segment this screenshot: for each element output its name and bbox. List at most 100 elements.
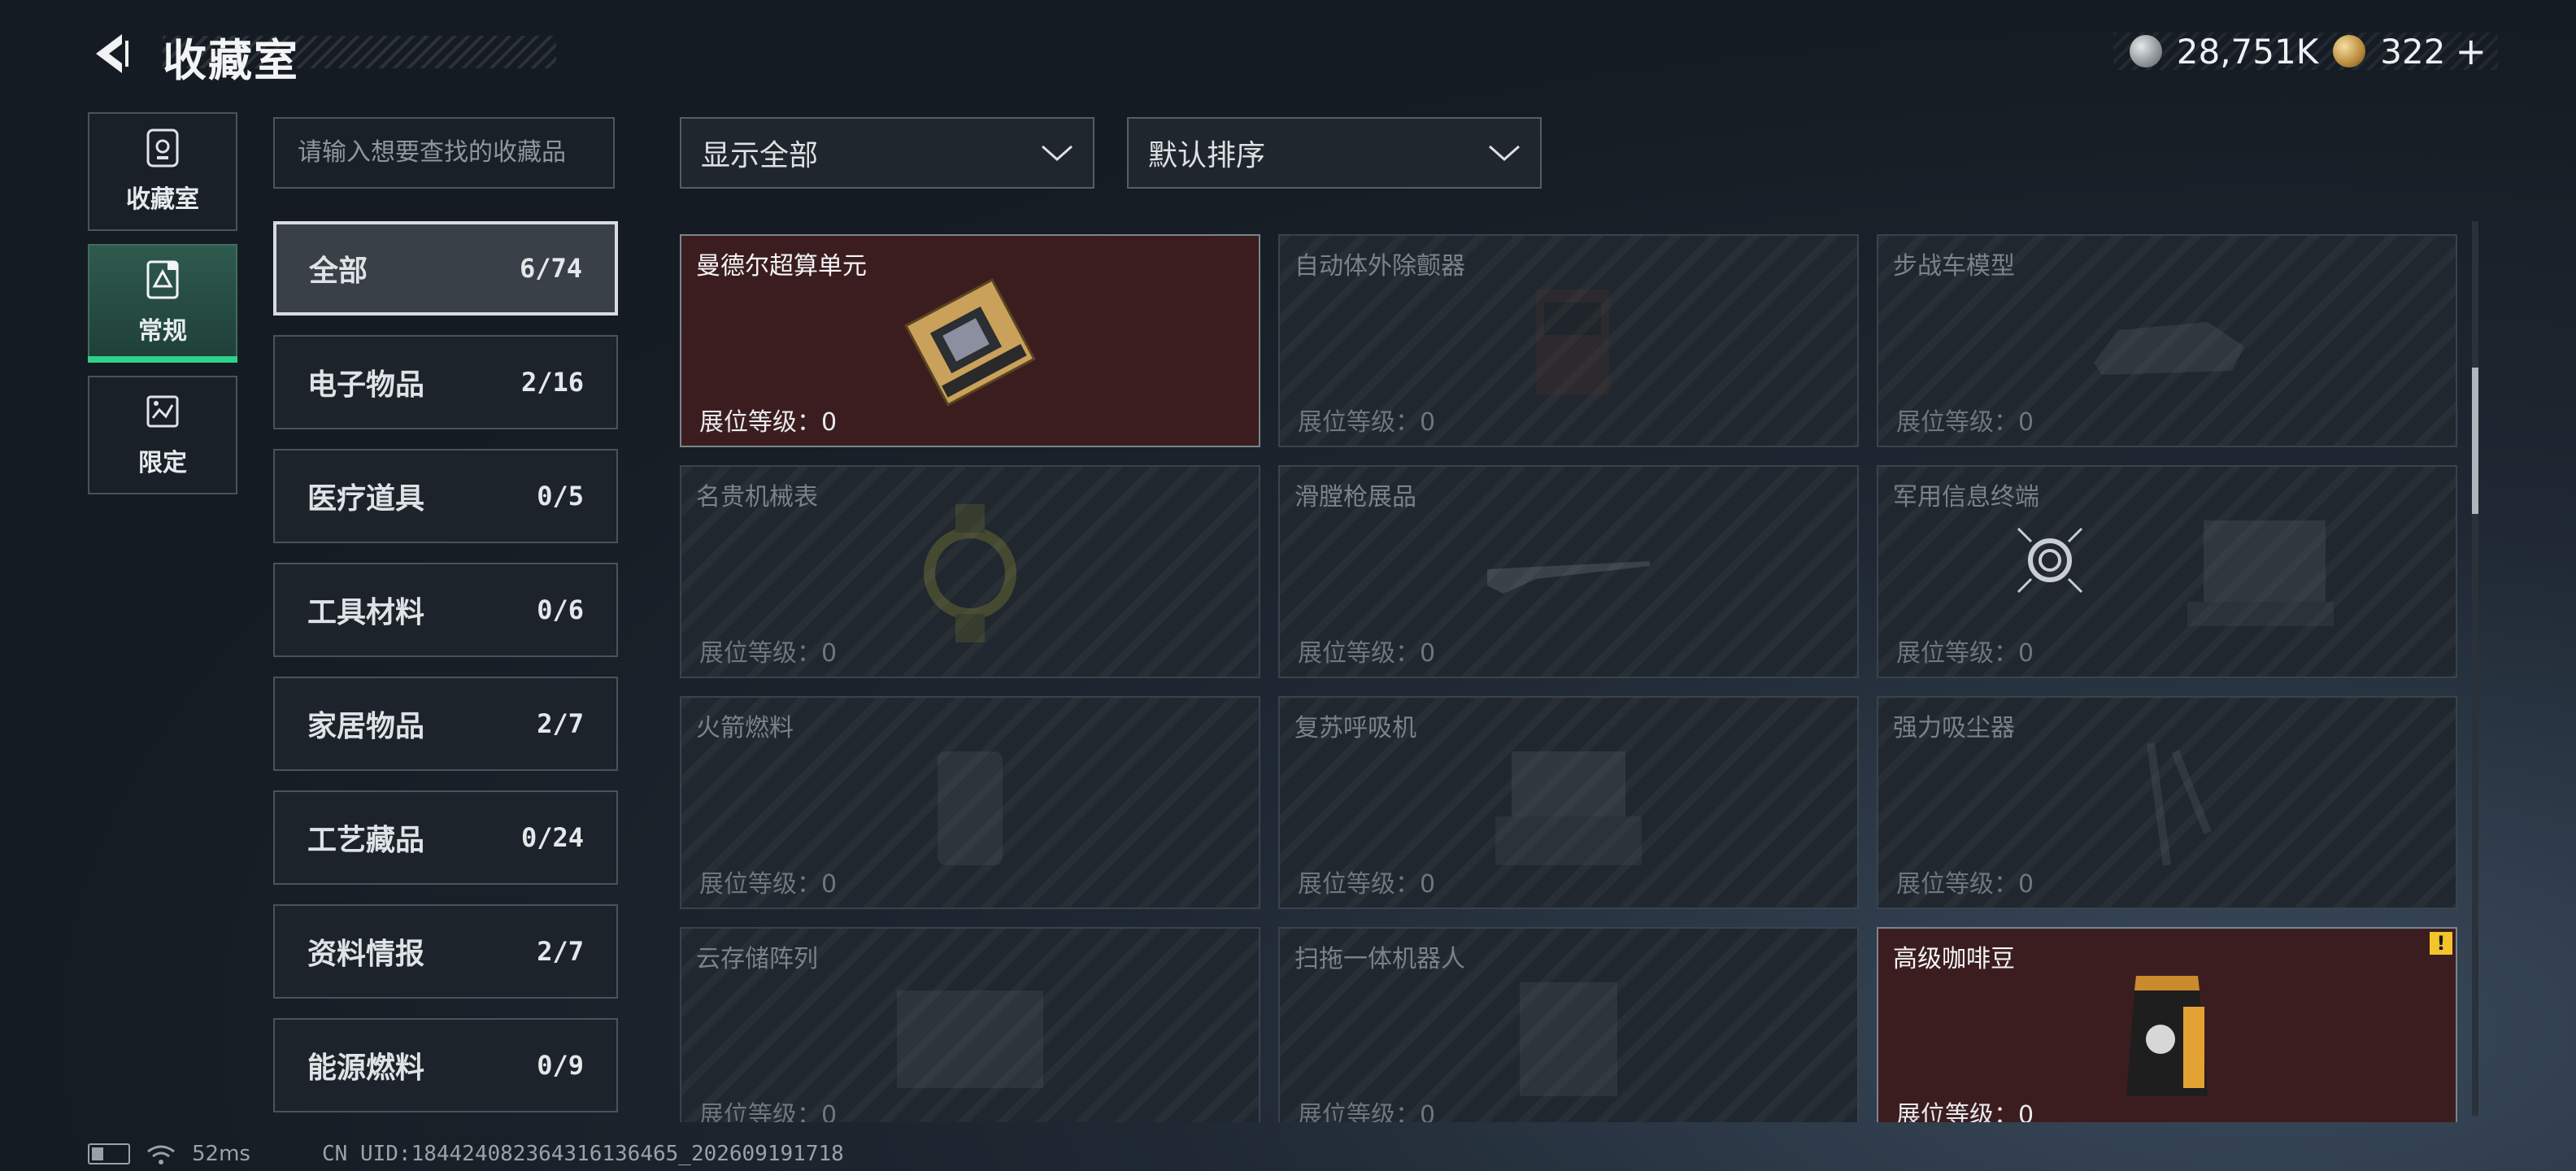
card-name: 自动体外除颤器 <box>1295 252 1465 281</box>
card-name: 强力吸尘器 <box>1893 714 2015 742</box>
category-name: 工具材料 <box>307 596 425 629</box>
card-name: 复苏呼吸机 <box>1295 714 1416 742</box>
collection-card-rocket-fuel[interactable]: 火箭燃料 展位等级：0 <box>680 696 1260 909</box>
wifi-icon <box>147 1145 175 1164</box>
card-level: 展位等级：0 <box>1298 870 1436 899</box>
category-name: 能源燃料 <box>307 1051 425 1085</box>
category-count: 2/7 <box>537 708 584 739</box>
collection-grid: 曼德尔超算单元 展位等级：0 自动体外除颤器 展位等级：0 步战车模型 展位等级… <box>680 234 2461 1122</box>
card-level: 展位等级：0 <box>699 1101 838 1122</box>
regular-icon <box>146 260 179 299</box>
collection-card-premium-coffee[interactable]: 高级咖啡豆 ! 展位等级：0 <box>1877 927 2457 1122</box>
nav-collection-room[interactable]: 收藏室 <box>88 112 237 231</box>
category-count: 2/16 <box>520 367 584 398</box>
collection-card-luxury-watch[interactable]: 名贵机械表 展位等级：0 <box>680 465 1260 678</box>
category-energy[interactable]: 能源燃料 0/9 <box>273 1018 618 1112</box>
nav-regular-label: 常规 <box>138 317 187 346</box>
locate-target-icon[interactable] <box>2013 524 2086 597</box>
left-nav: 收藏室 常规 限定 <box>88 112 237 507</box>
chevron-down-icon <box>1489 145 1520 162</box>
scrollbar-thumb[interactable] <box>2472 368 2478 514</box>
card-name: 步战车模型 <box>1893 252 2015 281</box>
category-name: 家居物品 <box>307 710 425 743</box>
category-medical[interactable]: 医疗道具 0/5 <box>273 449 618 543</box>
collection-card-defibrillator[interactable]: 自动体外除颤器 展位等级：0 <box>1278 234 1859 447</box>
nav-limited[interactable]: 限定 <box>88 376 237 494</box>
category-count: 2/7 <box>537 936 584 967</box>
ping-value: 52ms <box>192 1142 250 1166</box>
top-bar: 收藏室 28,751K 322 + <box>0 0 2576 106</box>
category-count: 0/9 <box>537 1050 584 1081</box>
category-name: 全部 <box>309 255 368 288</box>
nav-regular[interactable]: 常规 <box>88 244 237 363</box>
silver-coin-value: 28,751K <box>2176 31 2319 72</box>
ventilator-image <box>1495 751 1642 865</box>
collection-card-robot-mop[interactable]: 扫拖一体机器人 展位等级：0 <box>1278 927 1859 1122</box>
collection-card-ifv-model[interactable]: 步战车模型 展位等级：0 <box>1877 234 2457 447</box>
card-level: 展位等级：0 <box>699 870 838 899</box>
sort-label: 默认排序 <box>1148 139 1266 172</box>
category-intel[interactable]: 资料情报 2/7 <box>273 904 618 999</box>
card-name: 名贵机械表 <box>696 483 818 511</box>
category-household[interactable]: 家居物品 2/7 <box>273 677 618 771</box>
category-tools[interactable]: 工具材料 0/6 <box>273 563 618 657</box>
collection-card-vacuum[interactable]: 强力吸尘器 展位等级：0 <box>1877 696 2457 909</box>
sort-dropdown[interactable]: 默认排序 <box>1127 117 1542 189</box>
card-name: 高级咖啡豆 <box>1893 945 2015 973</box>
silver-coin-icon <box>2129 35 2162 67</box>
category-all[interactable]: 全部 6/74 <box>273 221 618 316</box>
category-count: 0/24 <box>520 822 584 853</box>
battery-icon <box>88 1143 130 1164</box>
card-name: 火箭燃料 <box>696 714 794 742</box>
search-input[interactable] <box>273 117 615 189</box>
card-level: 展位等级：0 <box>1298 408 1436 437</box>
warning-badge: ! <box>2430 932 2452 955</box>
card-level: 展位等级：0 <box>1896 1101 2034 1122</box>
musket-image <box>1487 561 1650 594</box>
category-count: 0/5 <box>537 481 584 511</box>
card-level: 展位等级：0 <box>1298 639 1436 668</box>
status-bar: 52ms <box>88 1142 250 1166</box>
collection-card-musket-exhibit[interactable]: 滑膛枪展品 展位等级：0 <box>1278 465 1859 678</box>
display-filter-dropdown[interactable]: 显示全部 <box>680 117 1094 189</box>
card-level: 展位等级：0 <box>1896 870 2034 899</box>
coffee-bag-image <box>2126 976 2208 1096</box>
category-crafts[interactable]: 工艺藏品 0/24 <box>273 790 618 885</box>
fuel-canister-image <box>938 751 1003 865</box>
defibrillator-image <box>1536 289 1609 395</box>
robot-mop-image <box>1520 982 1617 1096</box>
category-name: 资料情报 <box>307 938 425 971</box>
category-name: 电子物品 <box>307 368 425 402</box>
card-level: 展位等级：0 <box>1298 1101 1436 1122</box>
card-name: 滑膛枪展品 <box>1295 483 1416 511</box>
category-name: 医疗道具 <box>307 482 425 516</box>
user-uid: CN UID:18442408236431613646​5_2026091917… <box>322 1142 844 1166</box>
watch-image <box>924 504 1016 642</box>
collection-card-supercomputer[interactable]: 曼德尔超算单元 展位等级：0 <box>680 234 1260 447</box>
terminal-image <box>2187 520 2334 626</box>
limited-icon <box>146 395 179 428</box>
collection-card-cloud-storage[interactable]: 云存储阵列 展位等级：0 <box>680 927 1260 1122</box>
storage-array-image <box>897 990 1043 1088</box>
vehicle-model-image <box>2094 322 2244 375</box>
collection-card-ventilator[interactable]: 复苏呼吸机 展位等级：0 <box>1278 696 1859 909</box>
category-electronics[interactable]: 电子物品 2/16 <box>273 335 618 429</box>
card-level: 展位等级：0 <box>1896 408 2034 437</box>
category-count: 6/74 <box>519 253 582 284</box>
card-level: 展位等级：0 <box>699 408 838 437</box>
gold-coin-value: 322 <box>2380 31 2446 72</box>
card-name: 扫拖一体机器人 <box>1295 945 1465 973</box>
back-arrow-icon[interactable] <box>86 28 138 80</box>
nav-collection-room-label: 收藏室 <box>126 185 199 214</box>
card-name: 军用信息终端 <box>1893 483 2039 511</box>
card-level: 展位等级：0 <box>1896 639 2034 668</box>
category-list: 全部 6/74 电子物品 2/16 医疗道具 0/5 工具材料 0/6 家居物品… <box>273 221 618 1132</box>
grid-scrollbar[interactable] <box>2472 221 2478 1116</box>
circuit-board-image <box>904 278 1036 407</box>
card-level: 展位等级：0 <box>699 639 838 668</box>
collection-card-military-terminal[interactable]: 军用信息终端 展位等级：0 <box>1877 465 2457 678</box>
add-currency-button[interactable]: + <box>2455 29 2487 73</box>
card-name: 云存储阵列 <box>696 945 818 973</box>
collection-room-icon <box>146 128 179 168</box>
nav-limited-label: 限定 <box>138 449 187 477</box>
